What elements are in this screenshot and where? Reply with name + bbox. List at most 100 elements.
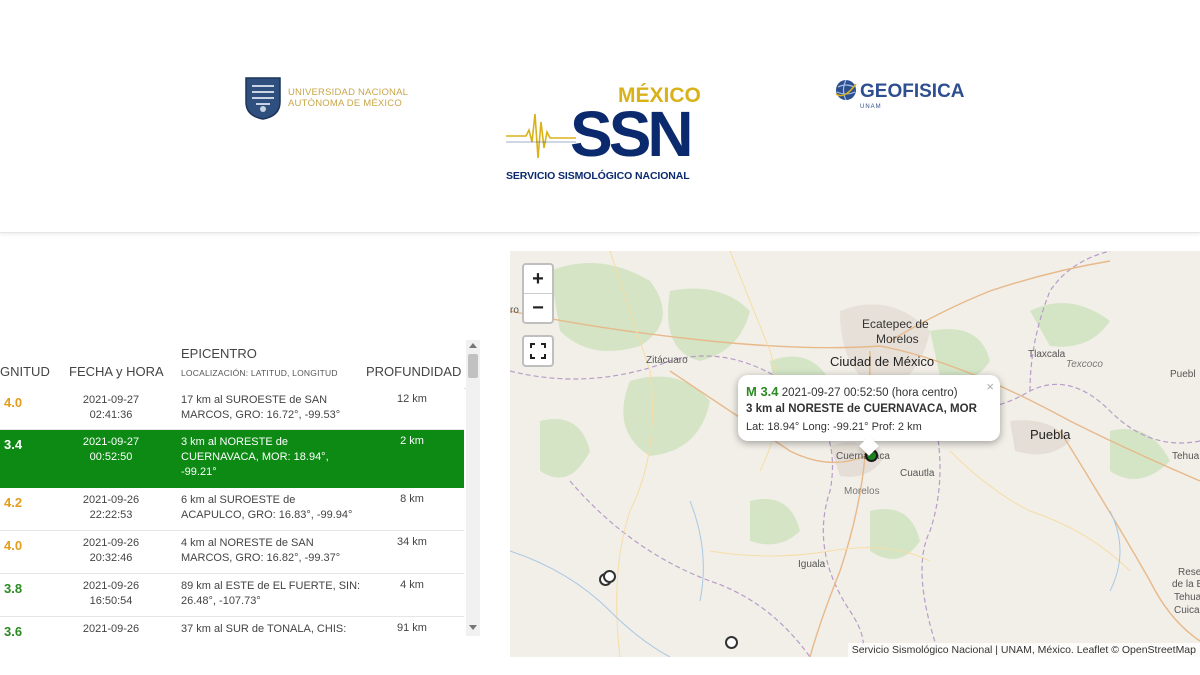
unam-line2: AUTÓNOMA DE MÉXICO bbox=[288, 98, 402, 109]
map-label-puebla: Puebla bbox=[1030, 427, 1071, 442]
globe-icon bbox=[835, 79, 857, 101]
row-depth: 2 km bbox=[400, 435, 424, 447]
map-label-edge: Cuica bbox=[1174, 605, 1200, 616]
row-magnitude: 4.0 bbox=[4, 395, 23, 410]
map-label-puebla-edge: Puebl bbox=[1170, 369, 1196, 380]
row-magnitude: 4.0 bbox=[4, 538, 23, 553]
site-header: UNIVERSIDAD NACIONAL AUTÓNOMA DE MÉXICO … bbox=[0, 0, 1200, 233]
ssn-logo[interactable]: MÉXICO SSN SERVICIO SISMOLÓGICO NACIONAL bbox=[506, 82, 706, 186]
table-row[interactable]: 4.0 2021-09-26 20:32:46 4 km al NORESTE d… bbox=[0, 531, 464, 574]
popup-coords: Lat: 18.94° Long: -99.21° Prof: 2 km bbox=[746, 421, 922, 433]
row-epicenter: 17 km al SUROESTE de SAN MARCOS, GRO: 16… bbox=[181, 394, 341, 421]
row-date: 2021-09-27 bbox=[82, 436, 140, 448]
earthquake-table: GNITUD FECHA y HORA EPICENTRO LOCALIZACI… bbox=[0, 340, 480, 636]
col-epicenter-sub: LOCALIZACIÓN: LATITUD, LONGITUD bbox=[181, 368, 338, 378]
map-label-morelos: Morelos bbox=[844, 486, 880, 497]
unam-logo-text: UNIVERSIDAD NACIONAL AUTÓNOMA DE MÉXICO bbox=[288, 87, 408, 109]
row-date: 2021-09-27 bbox=[82, 394, 140, 406]
unam-line1: UNIVERSIDAD NACIONAL bbox=[288, 87, 409, 98]
map-label-cuautla: Cuautla bbox=[900, 468, 935, 479]
table-row[interactable]: 3.8 2021-09-26 16:50:54 89 km al ESTE de … bbox=[0, 574, 464, 617]
scroll-down-arrow-icon[interactable] bbox=[469, 625, 477, 630]
map-label-edge: Rese bbox=[1178, 567, 1200, 578]
row-time: 22:22:53 bbox=[89, 509, 133, 521]
row-magnitude: 4.2 bbox=[4, 495, 23, 510]
col-magnitude[interactable]: GNITUD bbox=[0, 364, 50, 379]
earthquake-popup: × M 3.4 2021-09-27 00:52:50 (hora centro… bbox=[738, 375, 1000, 456]
row-date: 2021-09-26 bbox=[82, 580, 140, 592]
row-magnitude: 3.6 bbox=[4, 624, 23, 636]
row-date: 2021-09-26 bbox=[82, 494, 140, 506]
popup-magnitude: M 3.4 bbox=[746, 384, 779, 399]
map-label-edge: Tehua bbox=[1174, 592, 1200, 603]
row-datetime: 2021-09-26 22:22:53 bbox=[70, 493, 152, 523]
map-label-tlaxcala: Tlaxcala bbox=[1028, 349, 1066, 360]
row-datetime: 2021-09-27 02:41:36 bbox=[70, 393, 152, 423]
map-view[interactable]: + − ro Ecatepec de Morelos Ciudad de Méx… bbox=[510, 251, 1200, 657]
row-epicenter: 4 km al NORESTE de SAN MARCOS, GRO: 16.8… bbox=[181, 537, 341, 564]
zoom-in-button[interactable]: + bbox=[524, 265, 552, 294]
unam-shield-icon bbox=[245, 77, 281, 120]
col-epicenter[interactable]: EPICENTRO bbox=[181, 346, 257, 361]
popup-datetime: 2021-09-27 00:52:50 (hora centro) bbox=[781, 387, 958, 399]
map-label-zitacuaro: Zitácuaro bbox=[646, 355, 688, 366]
geofisica-sub: UNAM bbox=[860, 104, 882, 110]
row-depth: 34 km bbox=[397, 536, 427, 548]
map-label-edge: Tehua bbox=[1172, 451, 1200, 462]
map-label-texcoco: Texcoco bbox=[1066, 359, 1103, 370]
row-depth: 91 km bbox=[397, 622, 427, 634]
scroll-thumb[interactable] bbox=[468, 354, 478, 378]
table-row[interactable]: 4.2 2021-09-26 22:22:53 6 km al SUROESTE … bbox=[0, 488, 464, 531]
row-epicenter: 37 km al SUR de TONALA, CHIS: bbox=[181, 623, 347, 635]
table-row-selected[interactable]: 3.4 2021-09-27 00:52:50 3 km al NORESTE d… bbox=[0, 430, 464, 488]
row-datetime: 2021-09-26 bbox=[70, 622, 152, 636]
row-datetime: 2021-09-27 00:52:50 bbox=[70, 435, 152, 465]
earthquake-marker[interactable] bbox=[603, 570, 616, 583]
seismogram-icon bbox=[506, 113, 576, 159]
table-scrollbar[interactable] bbox=[466, 340, 480, 636]
row-epicenter: 3 km al NORESTE de CUERNAVACA, MOR: 18.9… bbox=[181, 436, 329, 478]
map-attribution[interactable]: Servicio Sismológico Nacional | UNAM, Mé… bbox=[847, 643, 1200, 657]
geofisica-logo[interactable]: GEOFISICA UNAM bbox=[834, 78, 965, 110]
zoom-control: + − bbox=[522, 263, 554, 324]
ssn-name: SERVICIO SISMOLÓGICO NACIONAL bbox=[506, 170, 690, 182]
row-epicenter: 6 km al SUROESTE de ACAPULCO, GRO: 16.83… bbox=[181, 494, 353, 521]
map-label-cdmx: Ciudad de México bbox=[830, 354, 935, 369]
row-epicenter: 89 km al ESTE de EL FUERTE, SIN: 26.48°,… bbox=[181, 580, 361, 607]
map-label-edge: de la B bbox=[1172, 579, 1200, 590]
popup-close-button[interactable]: × bbox=[986, 379, 994, 394]
table-body: 4.0 2021-09-27 02:41:36 17 km al SUROESTE… bbox=[0, 388, 464, 636]
row-depth: 8 km bbox=[400, 493, 424, 505]
earthquake-marker[interactable] bbox=[725, 636, 738, 649]
row-depth: 12 km bbox=[397, 393, 427, 405]
row-datetime: 2021-09-26 16:50:54 bbox=[70, 579, 152, 609]
map-label-ecatepec: Ecatepec de bbox=[862, 317, 929, 331]
row-time: 20:32:46 bbox=[89, 552, 133, 564]
popup-location: 3 km al NORESTE de CUERNAVACA, MOR bbox=[746, 403, 977, 415]
zoom-out-button[interactable]: − bbox=[524, 294, 552, 322]
map-label: ro bbox=[510, 305, 519, 316]
table-row[interactable]: 4.0 2021-09-27 02:41:36 17 km al SUROESTE… bbox=[0, 388, 464, 430]
map-label-ecatepec-2: Morelos bbox=[876, 332, 919, 346]
unam-logo[interactable]: UNIVERSIDAD NACIONAL AUTÓNOMA DE MÉXICO bbox=[244, 76, 408, 120]
row-magnitude: 3.4 bbox=[4, 437, 23, 452]
popup-header: M 3.4 2021-09-27 00:52:50 (hora centro) bbox=[746, 384, 958, 399]
row-time: 02:41:36 bbox=[89, 409, 133, 421]
scroll-up-arrow-icon[interactable] bbox=[469, 343, 477, 348]
fullscreen-icon bbox=[530, 343, 546, 359]
col-datetime[interactable]: FECHA y HORA bbox=[69, 364, 164, 379]
map-label-iguala: Iguala bbox=[798, 559, 826, 570]
map-label-cuernavaca: Cuernavaca bbox=[836, 451, 890, 462]
fullscreen-button[interactable] bbox=[522, 335, 554, 367]
ssn-acronym: SSN bbox=[570, 98, 694, 170]
col-depth[interactable]: PROFUNDIDAD bbox=[366, 364, 461, 379]
row-magnitude: 3.8 bbox=[4, 581, 23, 596]
row-time: 00:52:50 bbox=[89, 451, 133, 463]
row-date: 2021-09-26 bbox=[82, 537, 140, 549]
row-depth: 4 km bbox=[400, 579, 424, 591]
row-date: 2021-09-26 bbox=[82, 623, 140, 635]
table-header: GNITUD FECHA y HORA EPICENTRO LOCALIZACI… bbox=[0, 340, 466, 389]
table-row[interactable]: 3.6 2021-09-26 37 km al SUR de TONALA, C… bbox=[0, 617, 464, 636]
geofisica-text: GEOFISICA bbox=[860, 81, 965, 102]
row-time: 16:50:54 bbox=[89, 595, 133, 607]
